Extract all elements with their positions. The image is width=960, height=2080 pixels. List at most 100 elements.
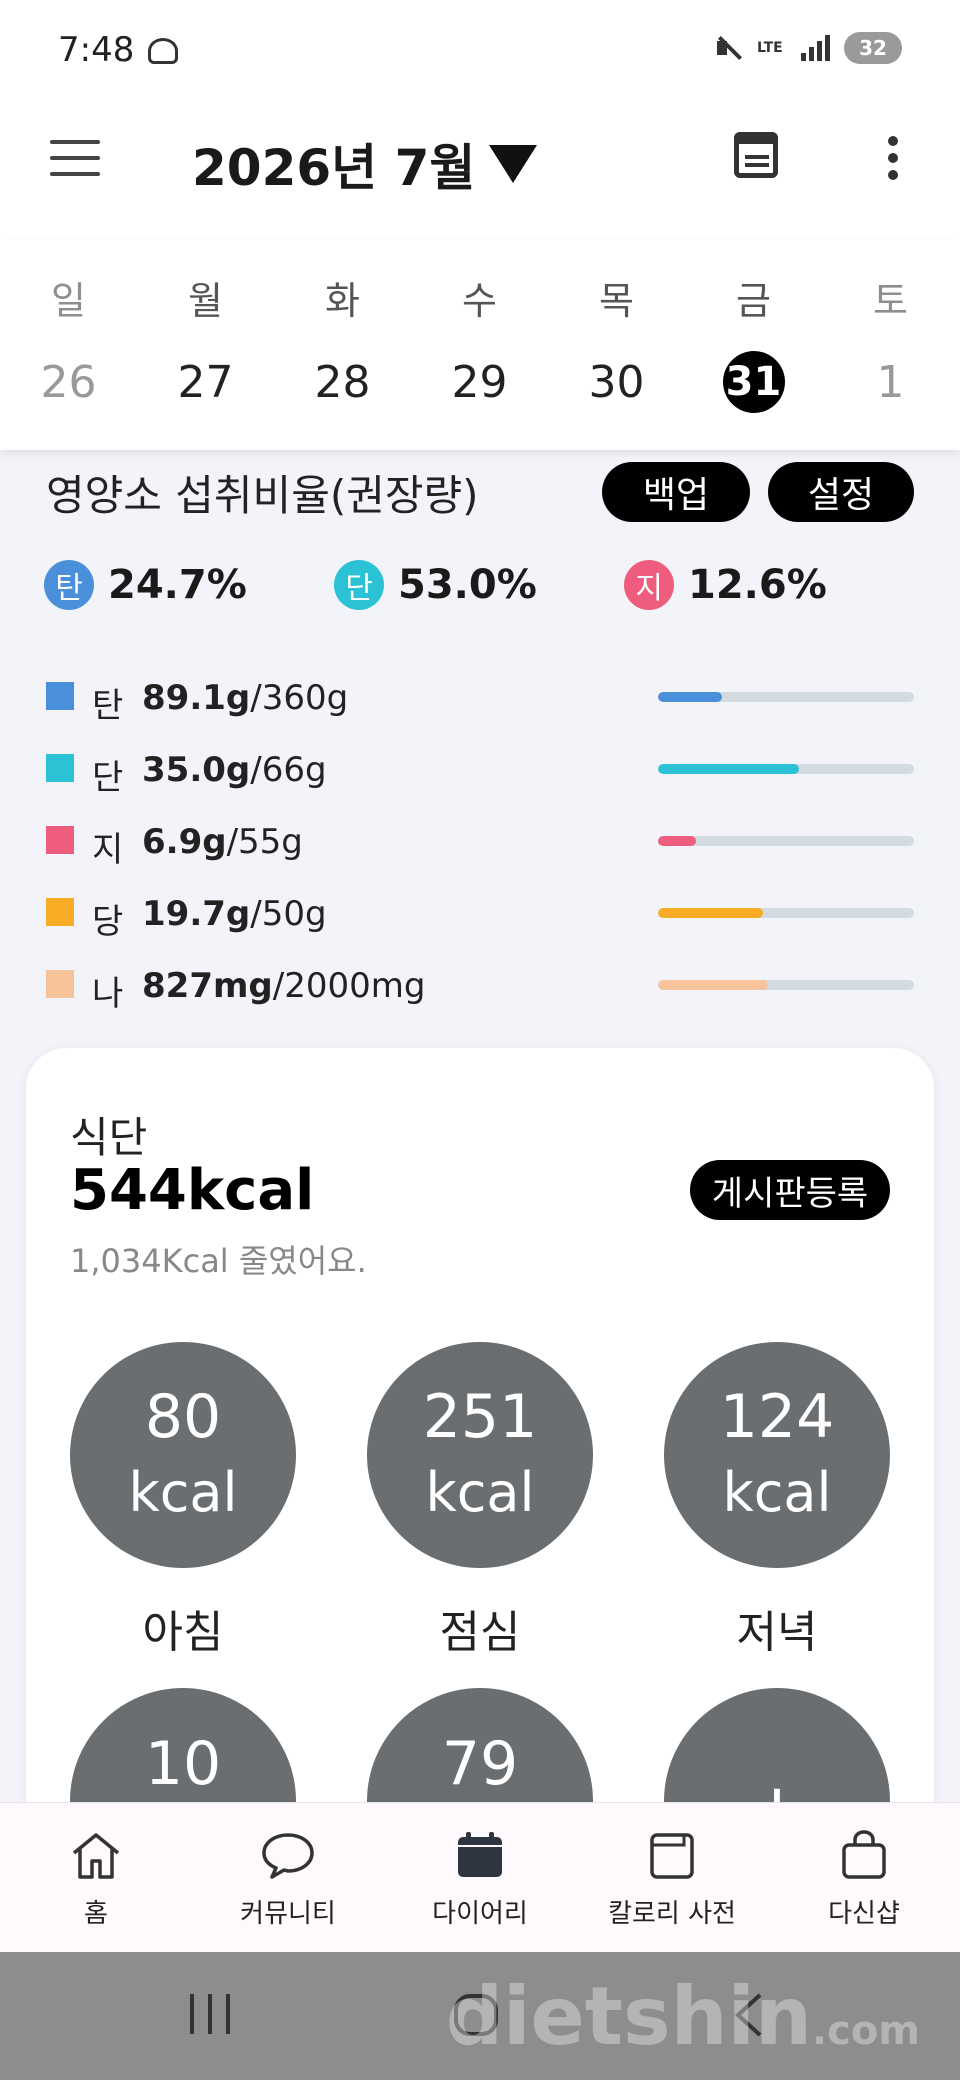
nav-diary[interactable]: 다이어리 — [384, 1803, 576, 1953]
nutrient-label: 탄 — [92, 686, 124, 726]
calendar-icon[interactable] — [734, 132, 778, 178]
nav-label: 다신샵 — [828, 1899, 900, 1929]
sugar-swatch — [46, 898, 74, 926]
book-icon — [650, 1833, 694, 1879]
watermark: dietshin.com — [445, 1970, 920, 2063]
nutrient-label: 당 — [92, 902, 124, 942]
fat-ratio: 12.6% — [688, 562, 827, 608]
meal-unit: kcal — [425, 1461, 535, 1524]
diet-reduction-note: 1,034Kcal 줄였어요. — [70, 1242, 367, 1280]
diet-label: 식단 — [70, 1113, 148, 1162]
protein-badge: 단 — [334, 560, 384, 610]
carb-progress-bar — [658, 692, 914, 702]
nav-calorie-dictionary[interactable]: 칼로리 사전 — [576, 1803, 768, 1953]
system-navigation-bar: dietshin.com — [0, 1952, 960, 2080]
nav-label: 칼로리 사전 — [608, 1899, 736, 1929]
day-number[interactable]: 1 — [822, 352, 959, 412]
meal-unit: kcal — [722, 1461, 832, 1524]
nutrient-amount: 35.0g/66g — [142, 750, 327, 790]
weekday-label: 목 — [599, 279, 634, 323]
more-options-icon[interactable] — [888, 136, 898, 180]
hamburger-menu-icon[interactable] — [50, 140, 100, 176]
nutrient-row-protein: 단 35.0g/66g — [46, 750, 914, 798]
ratio-fat: 지 12.6% — [624, 560, 827, 610]
carb-badge: 탄 — [44, 560, 94, 610]
mute-icon — [715, 34, 743, 62]
week-day-tuesday: 화 28 — [274, 240, 411, 412]
fat-swatch — [46, 826, 74, 854]
nutrient-row-sodium: 나 827mg/2000mg — [46, 966, 914, 1014]
nutrient-amount: 89.1g/360g — [142, 678, 349, 718]
nutrient-amount: 19.7g/50g — [142, 894, 327, 934]
day-number[interactable]: 28 — [274, 352, 411, 412]
carb-swatch — [46, 682, 74, 710]
meal-breakfast: 80 kcal 아침 — [70, 1342, 296, 1660]
meal-name: 아침 — [142, 1607, 224, 1658]
nutrient-label: 나 — [92, 974, 124, 1014]
nav-shop[interactable]: 다신샵 — [768, 1803, 960, 1953]
weekday-label: 화 — [325, 279, 360, 323]
nutrient-label: 지 — [92, 830, 124, 870]
day-number[interactable]: 30 — [548, 352, 685, 412]
meal-kcal: 124 — [719, 1382, 835, 1452]
weekday-label: 일 — [51, 279, 86, 323]
meal-kcal: 10 — [144, 1729, 222, 1799]
meal-unit: kcal — [128, 1461, 238, 1524]
nutrient-amount: 6.9g/55g — [142, 822, 303, 862]
weekday-label: 토 — [873, 279, 908, 323]
nutrient-row-carb: 탄 89.1g/360g — [46, 678, 914, 726]
week-day-friday: 금 31 — [685, 240, 822, 413]
nav-label: 커뮤니티 — [240, 1899, 336, 1929]
carb-ratio: 24.7% — [108, 562, 247, 608]
breakfast-kcal-circle[interactable]: 80 kcal — [70, 1342, 296, 1568]
dinner-kcal-circle[interactable]: 124 kcal — [664, 1342, 890, 1568]
nav-label: 홈 — [84, 1899, 108, 1929]
status-bar: 7:48 LTE 32 — [0, 0, 960, 100]
post-to-board-button[interactable]: 게시판등록 — [690, 1160, 890, 1220]
bottom-navigation: 홈 커뮤니티 다이어리 칼로리 사전 다신샵 — [0, 1802, 960, 1952]
month-selector[interactable]: 2026년 7월 — [192, 128, 538, 200]
ratio-protein: 단 53.0% — [334, 560, 537, 610]
nutrient-label: 단 — [92, 758, 124, 798]
nutrient-row-sugar: 당 19.7g/50g — [46, 894, 914, 942]
home-icon — [72, 1833, 120, 1879]
day-number[interactable]: 29 — [411, 352, 548, 412]
nutrient-amount: 827mg/2000mg — [142, 966, 426, 1006]
week-strip: 일 26 월 27 화 28 수 29 목 30 금 31 토 1 — [0, 240, 960, 450]
nav-community[interactable]: 커뮤니티 — [192, 1803, 384, 1953]
weekday-label: 월 — [188, 279, 223, 323]
settings-button[interactable]: 설정 — [768, 462, 914, 522]
protein-swatch — [46, 754, 74, 782]
backup-button[interactable]: 백업 — [602, 462, 750, 522]
lunch-kcal-circle[interactable]: 251 kcal — [367, 1342, 593, 1568]
protein-progress-fill — [658, 764, 799, 774]
recent-apps-icon[interactable] — [186, 1992, 234, 2036]
selected-day[interactable]: 31 — [685, 351, 822, 413]
fat-progress-fill — [658, 836, 697, 846]
meal-kcal: 251 — [422, 1382, 538, 1452]
sodium-swatch — [46, 970, 74, 998]
calendar-icon — [458, 1832, 502, 1877]
diet-total-kcal: 544kcal — [70, 1158, 315, 1223]
status-icons: LTE 32 — [715, 32, 902, 64]
dash-app-icon — [148, 38, 178, 64]
shopping-bag-icon — [842, 1830, 886, 1879]
day-number[interactable]: 27 — [137, 352, 274, 412]
fat-badge: 지 — [624, 560, 674, 610]
sodium-progress-fill — [658, 980, 769, 990]
fat-progress-bar — [658, 836, 914, 846]
nav-home[interactable]: 홈 — [0, 1803, 192, 1953]
meal-kcal: 80 — [144, 1382, 222, 1452]
nutrient-section-title: 영양소 섭취비율(권장량) — [46, 471, 479, 520]
day-number[interactable]: 26 — [0, 352, 137, 412]
protein-progress-bar — [658, 764, 914, 774]
battery-badge: 32 — [844, 32, 902, 64]
nutrient-row-fat: 지 6.9g/55g — [46, 822, 914, 870]
week-day-saturday: 토 1 — [822, 240, 959, 412]
chat-bubble-icon — [262, 1833, 314, 1879]
ratio-carb: 탄 24.7% — [44, 560, 247, 610]
week-day-sunday: 일 26 — [0, 240, 137, 412]
month-title: 2026년 7월 — [192, 139, 476, 197]
week-day-thursday: 목 30 — [548, 240, 685, 412]
selected-day-number: 31 — [722, 351, 785, 413]
